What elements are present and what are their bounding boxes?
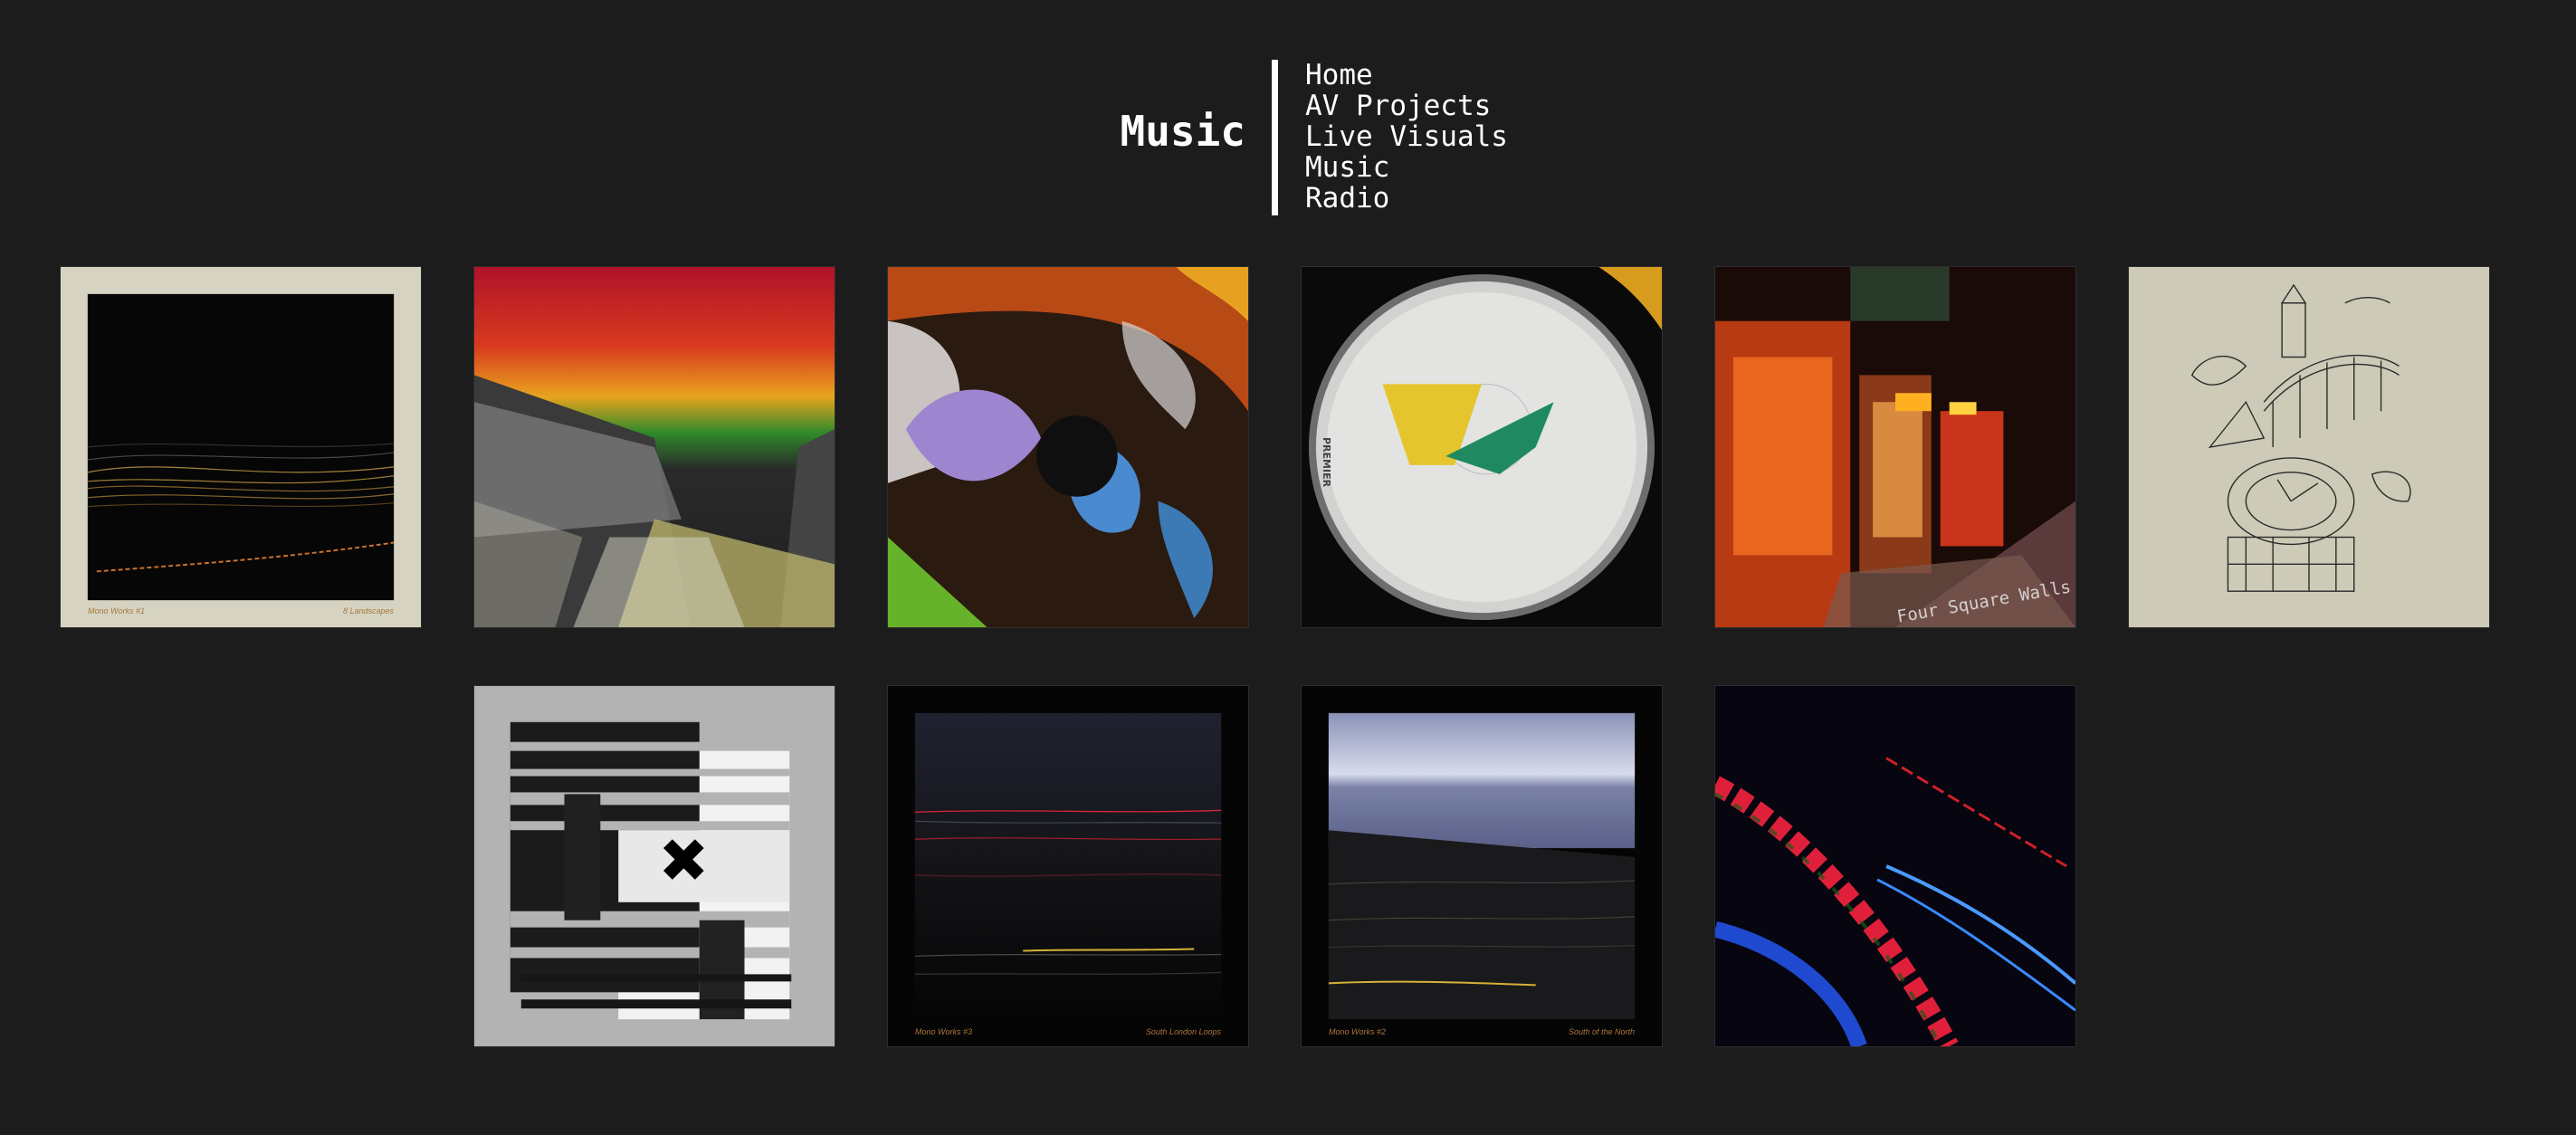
- album-cover-neon-streaks[interactable]: [1714, 685, 2076, 1047]
- album-artwork: [1302, 267, 1662, 627]
- album-artwork: [61, 267, 421, 627]
- album-artwork: [888, 267, 1248, 627]
- album-cover-mono-works-2[interactable]: Mono Works #2 South of the North: [1301, 685, 1663, 1047]
- site-header: Music Home AV Projects Live Visuals Musi…: [0, 60, 2576, 215]
- album-cover-mono-works-1[interactable]: Mono Works #1 8 Landscapes: [60, 266, 422, 628]
- nav-item-music[interactable]: Music: [1305, 152, 1508, 183]
- album-artwork: [1715, 686, 2075, 1046]
- album-cover-striped-figures[interactable]: [473, 685, 835, 1047]
- album-cover-colour-swirl[interactable]: [887, 266, 1249, 628]
- nav-item-radio[interactable]: Radio: [1305, 183, 1508, 214]
- album-cover-snare-drum[interactable]: PREMIER: [1301, 266, 1663, 628]
- cover-caption-right: South of the North: [1568, 1027, 1635, 1036]
- album-cover-painted-street[interactable]: [473, 266, 835, 628]
- album-artwork: [2129, 267, 2489, 627]
- album-artwork: [1715, 267, 2075, 627]
- album-artwork: [1302, 686, 1662, 1046]
- header-divider: [1272, 60, 1278, 215]
- nav-item-home[interactable]: Home: [1305, 60, 1508, 91]
- cover-caption-left: Mono Works #2: [1329, 1027, 1387, 1036]
- album-cover-four-square-walls[interactable]: Four Square Walls: [1714, 266, 2076, 628]
- drum-brand-label: PREMIER: [1321, 437, 1332, 488]
- album-artwork: [474, 267, 835, 627]
- album-artwork: [888, 686, 1248, 1046]
- album-cover-sketch[interactable]: [2128, 266, 2490, 628]
- nav-item-av-projects[interactable]: AV Projects: [1305, 91, 1508, 121]
- nav-item-live-visuals[interactable]: Live Visuals: [1305, 121, 1508, 152]
- cover-caption-left: Mono Works #1: [88, 606, 146, 615]
- album-artwork: [474, 686, 835, 1046]
- cover-caption-left: Mono Works #3: [915, 1027, 973, 1036]
- page-title: Music: [1120, 107, 1245, 156]
- album-cover-mono-works-3[interactable]: Mono Works #3 South London Loops: [887, 685, 1249, 1047]
- main-nav: Home AV Projects Live Visuals Music Radi…: [1305, 60, 1508, 214]
- cover-caption-right: South London Loops: [1145, 1027, 1221, 1036]
- cover-caption-right: 8 Landscapes: [342, 606, 394, 615]
